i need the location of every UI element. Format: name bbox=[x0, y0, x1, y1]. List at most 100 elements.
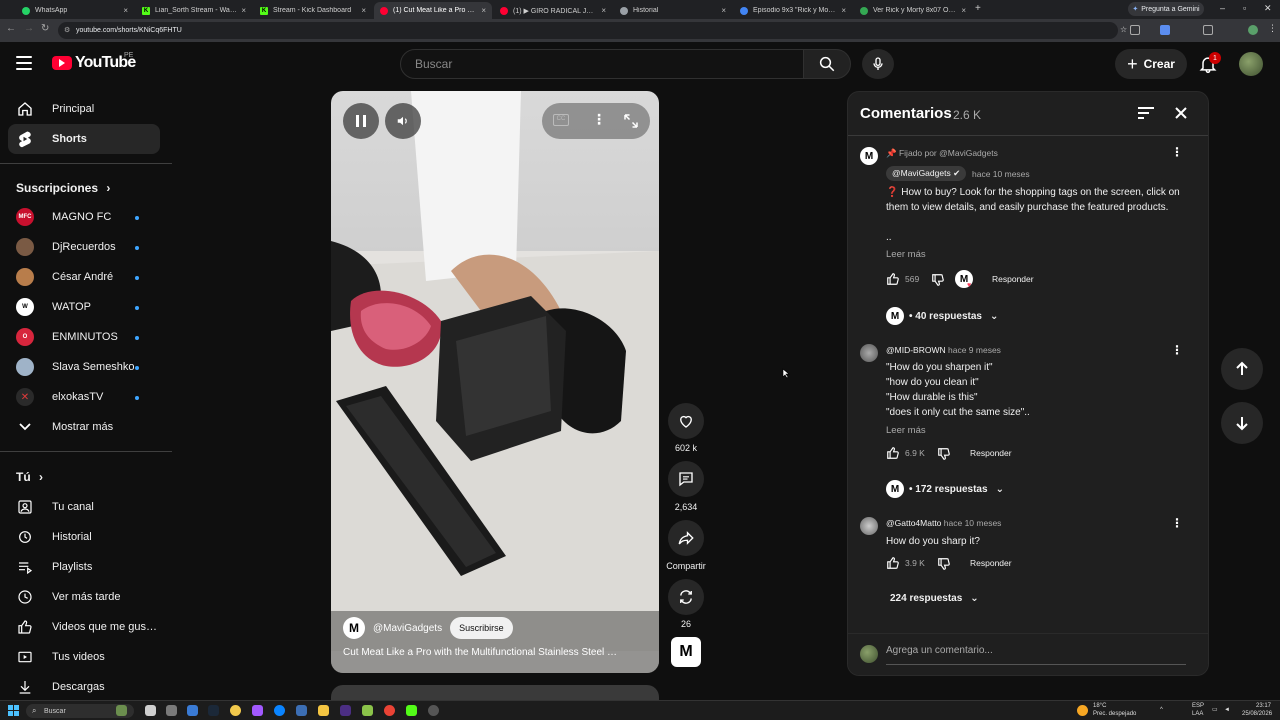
comment-menu-icon[interactable]: ⋮ bbox=[1171, 343, 1183, 357]
speaker-icon[interactable]: ◄ bbox=[1224, 707, 1230, 714]
sidebar-item-your-channel[interactable]: Tu canal bbox=[8, 492, 160, 522]
maximize-icon[interactable]: ▫ bbox=[1243, 3, 1246, 13]
thumbs-up-icon[interactable] bbox=[886, 272, 900, 286]
ask-gemini-button[interactable]: ✦ Pregunta a Gemini bbox=[1128, 2, 1204, 16]
keyboard-lang[interactable]: ESP bbox=[1192, 703, 1204, 710]
search-button[interactable] bbox=[803, 49, 851, 79]
steam-icon[interactable] bbox=[208, 705, 219, 716]
app-icon[interactable] bbox=[362, 705, 373, 716]
sidebar-item-playlists[interactable]: Playlists bbox=[8, 552, 160, 582]
volume-button[interactable] bbox=[385, 103, 421, 139]
comment-author[interactable]: @MID-BROWN bbox=[886, 345, 946, 355]
app-icon[interactable] bbox=[166, 705, 177, 716]
bookmark-star-icon[interactable]: ☆ bbox=[1120, 25, 1127, 34]
network-icon[interactable]: ▭ bbox=[1212, 707, 1218, 714]
add-comment-input[interactable]: Agrega un comentario... bbox=[886, 645, 1186, 665]
read-more-button[interactable]: Leer más bbox=[886, 425, 926, 436]
comment-menu-icon[interactable]: ⋮ bbox=[1171, 145, 1183, 159]
reply-button[interactable]: Responder bbox=[970, 448, 1012, 458]
close-window-icon[interactable]: ✕ bbox=[1264, 3, 1272, 14]
channel-name[interactable]: @MaviGadgets bbox=[373, 623, 442, 634]
close-icon[interactable]: × bbox=[961, 6, 966, 15]
close-icon[interactable]: × bbox=[123, 6, 128, 15]
fullscreen-icon[interactable] bbox=[622, 112, 640, 130]
captions-icon[interactable]: CC bbox=[553, 114, 569, 126]
edge-icon[interactable] bbox=[274, 705, 285, 716]
close-icon[interactable]: × bbox=[601, 6, 606, 15]
tab-history[interactable]: Historial × bbox=[614, 2, 732, 19]
thumbs-down-icon[interactable] bbox=[931, 273, 945, 287]
subscribe-button[interactable]: Suscribirse bbox=[450, 617, 513, 639]
sidebar-item-liked-videos[interactable]: Videos que me gus… bbox=[8, 612, 160, 642]
more-options-icon[interactable]: ⋮ bbox=[592, 111, 606, 128]
site-info-icon[interactable]: ⚙ bbox=[64, 26, 70, 34]
tab-kick-stream[interactable]: K Lian_Sorth Stream - Watch Live× bbox=[136, 2, 252, 19]
sidebar-item-home[interactable]: Principal bbox=[8, 94, 160, 124]
close-icon[interactable]: × bbox=[361, 6, 366, 15]
tray-chevron-icon[interactable]: ^ bbox=[1160, 707, 1163, 714]
tab-whatsapp[interactable]: WhatsApp × bbox=[16, 2, 134, 19]
view-replies-button[interactable]: M • 172 respuestas ⌄ bbox=[886, 480, 1004, 498]
thumbs-down-icon[interactable] bbox=[937, 447, 951, 461]
next-short-button[interactable] bbox=[1221, 402, 1263, 444]
channel-logo-button[interactable]: M bbox=[671, 637, 701, 667]
back-icon[interactable]: ← bbox=[6, 23, 16, 34]
remix-button[interactable] bbox=[668, 579, 704, 615]
comment-avatar[interactable] bbox=[860, 344, 878, 362]
previous-short-button[interactable] bbox=[1221, 348, 1263, 390]
close-icon[interactable]: × bbox=[241, 6, 246, 15]
tab-youtube-giro[interactable]: (1) ▶ GIRO RADICAL JULI… × bbox=[494, 2, 612, 19]
channel-avatar[interactable]: M bbox=[343, 617, 365, 639]
app-icon[interactable] bbox=[252, 705, 263, 716]
forward-icon[interactable]: → bbox=[24, 23, 34, 34]
sidebar-item-downloads[interactable]: Descargas bbox=[8, 672, 160, 702]
video-title[interactable]: Cut Meat Like a Pro with the Multifuncti… bbox=[343, 647, 643, 658]
tab-kick-dashboard[interactable]: K Stream - Kick Dashboard × bbox=[254, 2, 372, 19]
close-icon[interactable] bbox=[1174, 106, 1188, 120]
app-icon[interactable] bbox=[230, 705, 241, 716]
windows-start-icon[interactable] bbox=[8, 705, 19, 716]
view-replies-button[interactable]: 224 respuestas ⌄ bbox=[890, 593, 979, 604]
comment-author-badge[interactable]: @MaviGadgets ✔ bbox=[886, 166, 967, 181]
app-icon[interactable] bbox=[296, 705, 307, 716]
tab-rick-morty-8x07[interactable]: Ver Rick y Morty 8x07 Online H × bbox=[854, 2, 972, 19]
next-short-preview[interactable] bbox=[331, 685, 659, 700]
reply-button[interactable]: Responder bbox=[992, 274, 1034, 284]
minimize-icon[interactable]: – bbox=[1220, 3, 1225, 13]
view-replies-button[interactable]: M • 40 respuestas ⌄ bbox=[886, 307, 998, 325]
sidebar-item-history[interactable]: Historial bbox=[8, 522, 160, 552]
tab-youtube-short[interactable]: (1) Cut Meat Like a Pro with × bbox=[374, 2, 492, 19]
close-icon[interactable]: × bbox=[841, 6, 846, 15]
search-input[interactable]: Buscar bbox=[400, 49, 804, 79]
app-icon[interactable] bbox=[428, 705, 439, 716]
menu-kebab-icon[interactable]: ⋮ bbox=[1268, 23, 1277, 34]
translate-icon[interactable] bbox=[1130, 25, 1140, 35]
voice-search-button[interactable] bbox=[862, 49, 894, 79]
user-avatar[interactable] bbox=[1239, 52, 1263, 76]
reload-icon[interactable]: ↻ bbox=[41, 23, 49, 34]
file-explorer-icon[interactable] bbox=[318, 705, 329, 716]
app-icon[interactable] bbox=[340, 705, 351, 716]
address-bar[interactable]: ⚙ youtube.com/shorts/KNiCq6FHTU ☆ bbox=[58, 22, 1127, 39]
sort-icon[interactable] bbox=[1137, 106, 1155, 120]
task-view-icon[interactable] bbox=[145, 705, 156, 716]
comment-menu-icon[interactable]: ⋮ bbox=[1171, 516, 1183, 530]
comment-avatar[interactable]: M bbox=[860, 147, 878, 165]
share-button[interactable] bbox=[668, 520, 704, 556]
show-more-button[interactable]: Mostrar más bbox=[8, 412, 160, 442]
youtube-logo[interactable]: YouTube PE bbox=[52, 52, 136, 72]
hamburger-menu-icon[interactable] bbox=[16, 56, 32, 70]
pause-button[interactable] bbox=[343, 103, 379, 139]
read-more-button[interactable]: Leer más bbox=[886, 249, 926, 260]
widget-icon[interactable] bbox=[116, 705, 127, 716]
sidebar-item-watch-later[interactable]: Ver más tarde bbox=[8, 582, 160, 612]
app-icon[interactable] bbox=[187, 705, 198, 716]
tab-rick-morty-9x3[interactable]: Episodio 9x3 "Rick y Morty" × bbox=[734, 2, 852, 19]
close-icon[interactable]: × bbox=[721, 6, 726, 15]
new-tab-button[interactable]: + bbox=[975, 3, 981, 14]
comment-avatar[interactable] bbox=[860, 517, 878, 535]
you-heading[interactable]: Tú › bbox=[16, 470, 43, 484]
clock-date[interactable]: 25/08/2026 bbox=[1242, 711, 1272, 718]
subscriptions-heading[interactable]: Suscripciones › bbox=[16, 181, 110, 195]
thumbs-up-icon[interactable] bbox=[886, 556, 900, 570]
